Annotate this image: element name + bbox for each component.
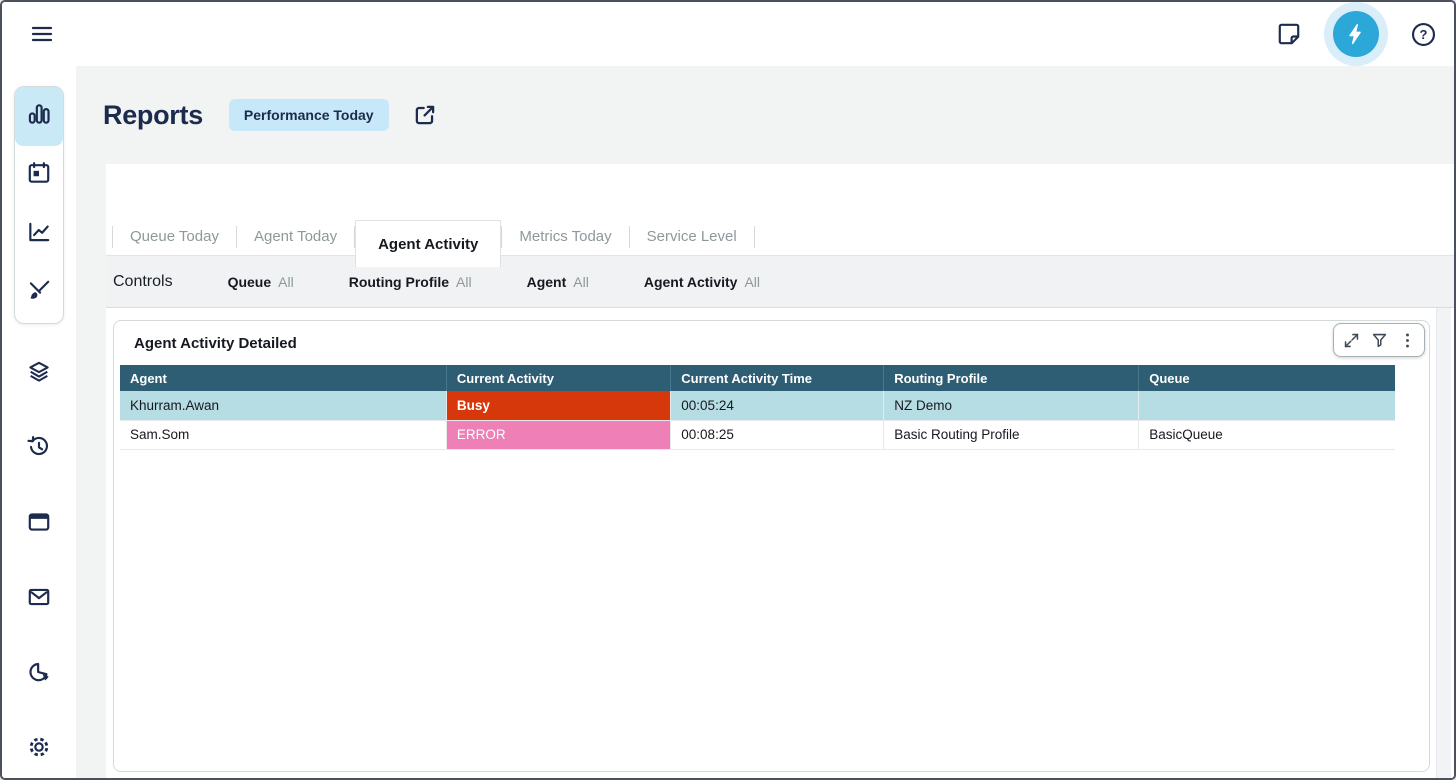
- sidebar-item-history[interactable]: [15, 425, 63, 473]
- settings-gear-icon: [26, 734, 52, 765]
- filter-value: All: [744, 274, 760, 290]
- page-title: Reports: [103, 100, 203, 131]
- table-header-row: Agent Current Activity Current Activity …: [120, 365, 1395, 391]
- cell-queue: BasicQueue: [1139, 420, 1395, 449]
- card-title: Agent Activity Detailed: [134, 335, 1415, 352]
- tab-separator: [754, 226, 755, 248]
- sidebar-item-line-chart[interactable]: [15, 205, 63, 264]
- agent-activity-table: Agent Current Activity Current Activity …: [120, 365, 1395, 450]
- performance-today-badge[interactable]: Performance Today: [229, 99, 389, 131]
- column-header-routing-profile[interactable]: Routing Profile: [884, 365, 1139, 391]
- controls-bar: Controls Queue All Routing Profile All Age…: [106, 255, 1454, 308]
- cell-current-activity: ERROR: [446, 420, 670, 449]
- top-bar: ?: [2, 2, 1454, 66]
- column-header-current-activity-time[interactable]: Current Activity Time: [671, 365, 884, 391]
- svg-text:?: ?: [1419, 27, 1427, 42]
- filter-routing-profile[interactable]: Routing Profile All: [349, 274, 472, 290]
- column-header-queue[interactable]: Queue: [1139, 365, 1395, 391]
- sidebar-item-settings[interactable]: [15, 725, 63, 773]
- tab-queue-today[interactable]: Queue Today: [113, 219, 236, 255]
- left-sidebar: [2, 66, 76, 778]
- app-window: ?: [0, 0, 1456, 780]
- filter-agent[interactable]: Agent All: [527, 274, 589, 290]
- sidebar-item-mail[interactable]: [15, 575, 63, 623]
- cell-queue: [1139, 391, 1395, 420]
- report-content: Agent Activity Detailed: [106, 308, 1454, 778]
- sidebar-item-browser-window[interactable]: [15, 500, 63, 548]
- cell-routing-profile: Basic Routing Profile: [884, 420, 1139, 449]
- help-icon[interactable]: ?: [1408, 19, 1438, 49]
- sidebar-analytics-group: [14, 86, 64, 324]
- cell-activity-time: 00:05:24: [671, 391, 884, 420]
- table-row[interactable]: Khurram.Awan Busy 00:05:24 NZ Demo: [120, 391, 1395, 420]
- vertical-scrollbar[interactable]: [1436, 308, 1451, 778]
- cell-agent: Sam.Som: [120, 420, 446, 449]
- lightning-icon[interactable]: [1333, 11, 1379, 57]
- paintbrush-icon: [26, 278, 52, 309]
- filter-funnel-icon[interactable]: [1367, 328, 1391, 352]
- filter-name: Agent: [527, 274, 567, 290]
- kebab-menu-icon[interactable]: [1395, 328, 1419, 352]
- tab-service-level[interactable]: Service Level: [630, 219, 754, 255]
- pie-chart-icon: [26, 659, 52, 690]
- card-actions: [1333, 323, 1425, 357]
- filter-value: All: [456, 274, 472, 290]
- cell-routing-profile: NZ Demo: [884, 391, 1139, 420]
- browser-window-icon: [26, 509, 52, 540]
- cell-activity-time: 00:08:25: [671, 420, 884, 449]
- report-panel: Queue Today Agent Today Agent Activity M…: [106, 164, 1454, 778]
- main-area: Reports Performance Today Queue Today: [76, 66, 1454, 778]
- lightning-button-halo: [1324, 2, 1388, 66]
- sidebar-secondary-group: [15, 350, 63, 773]
- topbar-actions: ?: [1274, 2, 1438, 66]
- sidebar-item-pie-chart[interactable]: [15, 650, 63, 698]
- controls-label: Controls: [113, 273, 173, 291]
- sidebar-item-bar-chart[interactable]: [15, 87, 63, 146]
- agent-activity-card: Agent Activity Detailed: [113, 320, 1430, 772]
- notes-icon[interactable]: [1274, 19, 1304, 49]
- cell-agent: Khurram.Awan: [120, 391, 446, 420]
- history-icon: [26, 434, 52, 465]
- column-header-current-activity[interactable]: Current Activity: [446, 365, 670, 391]
- tab-agent-activity[interactable]: Agent Activity: [355, 220, 501, 267]
- sidebar-item-paintbrush[interactable]: [15, 264, 63, 323]
- column-header-agent[interactable]: Agent: [120, 365, 446, 391]
- filter-value: All: [278, 274, 294, 290]
- filter-name: Queue: [228, 274, 272, 290]
- tab-agent-today[interactable]: Agent Today: [237, 219, 354, 255]
- filter-name: Agent Activity: [644, 274, 738, 290]
- sidebar-item-layers[interactable]: [15, 350, 63, 398]
- filter-value: All: [573, 274, 589, 290]
- external-link-icon[interactable]: [411, 101, 439, 129]
- hamburger-menu-icon[interactable]: [26, 18, 58, 50]
- bar-chart-icon: [26, 101, 52, 132]
- mail-icon: [26, 584, 52, 615]
- filter-queue[interactable]: Queue All: [228, 274, 294, 290]
- filter-agent-activity[interactable]: Agent Activity All: [644, 274, 760, 290]
- expand-icon[interactable]: [1339, 328, 1363, 352]
- table-row[interactable]: Sam.Som ERROR 00:08:25 Basic Routing Pro…: [120, 420, 1395, 449]
- filter-name: Routing Profile: [349, 274, 449, 290]
- report-tabs: Queue Today Agent Today Agent Activity M…: [106, 164, 1454, 255]
- cell-current-activity: Busy: [446, 391, 670, 420]
- page-header: Reports Performance Today: [76, 66, 1454, 164]
- layers-icon: [26, 359, 52, 390]
- calendar-icon: [26, 160, 52, 191]
- line-chart-icon: [26, 219, 52, 250]
- tab-metrics-today[interactable]: Metrics Today: [502, 219, 628, 255]
- sidebar-item-calendar[interactable]: [15, 146, 63, 205]
